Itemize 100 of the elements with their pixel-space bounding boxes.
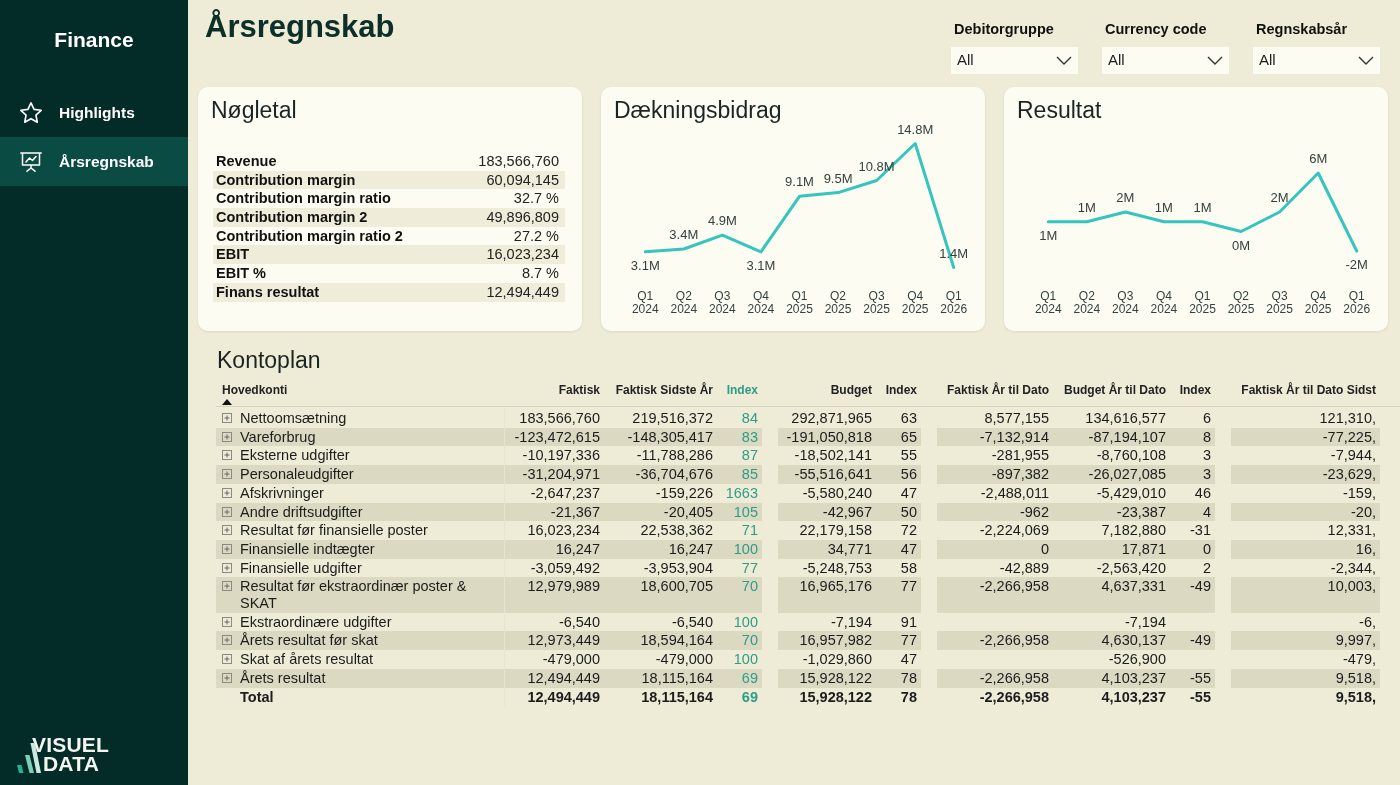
axis-label: Q1 2024 [630, 290, 660, 316]
dropdown[interactable]: All [951, 47, 1078, 74]
column-header[interactable]: Faktisk Sidste År [604, 379, 717, 397]
table-cell: 16,247 [604, 539, 717, 559]
data-label: 9.1M [785, 174, 814, 190]
plus-square-icon[interactable] [222, 581, 232, 592]
data-label: 2M [1116, 190, 1135, 205]
table-cell-text: 183,566,760 [518, 409, 601, 428]
presentation-chart-icon [20, 151, 42, 172]
table-cell: -2,266,958 [937, 577, 1053, 613]
table-cell-text: 63 [899, 409, 918, 428]
table-cell: 17,871 [1053, 539, 1170, 559]
column-header[interactable]: Budget [778, 379, 876, 397]
plus-square-icon[interactable] [222, 487, 232, 498]
table-cell-text: -31 [1189, 521, 1212, 540]
chevron-down-icon [1207, 56, 1223, 65]
table-cell-text: 292,871,965 [790, 409, 873, 428]
table-cell-text: 3 [1201, 446, 1212, 466]
table-cell: 8 [1170, 427, 1215, 447]
table-cell: -123,472,615 [505, 427, 604, 447]
data-label: 0M [1232, 237, 1251, 253]
nav-item[interactable]: Highlights [0, 88, 188, 137]
section-title: Kontoplan [217, 347, 321, 373]
table-cell: 85 [717, 465, 762, 484]
column-header[interactable]: Budget År til Dato [1053, 379, 1170, 397]
table-cell: -31,204,971 [505, 465, 604, 484]
dropdown[interactable]: All [1102, 47, 1229, 74]
table-cell: 70 [717, 631, 762, 651]
plus-square-icon[interactable] [222, 525, 232, 536]
table-cell-text: -479,000 [654, 650, 714, 669]
kpi-value: 8.7 % [520, 264, 560, 283]
row-label: Ekstraordinære udgifter [240, 613, 392, 631]
table-cell: -26,027,085 [1053, 465, 1170, 484]
sort-ascending-icon[interactable] [222, 399, 232, 405]
table-cell: -20,405 [604, 502, 717, 522]
kpi-label: Contribution margin 2 [213, 208, 479, 227]
table-cell-text: 18,115,164 [640, 687, 714, 707]
table-cell-text: -5,580,240 [801, 483, 873, 503]
plus-square-icon[interactable] [222, 672, 232, 683]
row-label: Finansielle indtægter [240, 540, 375, 558]
table-cell-text: -18,502,141 [793, 446, 873, 466]
plus-square-icon[interactable] [222, 543, 232, 554]
plus-square-icon[interactable] [222, 431, 232, 442]
axis-label: Q4 2024 [746, 290, 776, 316]
dropdown[interactable]: All [1253, 47, 1380, 74]
column-header[interactable]: Hovedkonti [222, 383, 288, 397]
table-cell: -23,629, [1231, 465, 1380, 484]
table-cell: -23,387 [1053, 502, 1170, 522]
row-label: Eksterne udgifter [240, 447, 350, 465]
table-cell: 15,928,122 [778, 668, 876, 688]
table-cell-text: 72 [899, 521, 918, 540]
table-cell: -55 [1170, 668, 1215, 688]
kpi-label: EBIT % [215, 264, 267, 283]
plus-square-icon[interactable] [222, 616, 232, 627]
star-icon [20, 102, 42, 123]
card-title: Resultat [1017, 96, 1102, 124]
plus-square-icon[interactable] [222, 654, 232, 665]
plus-square-icon[interactable] [222, 450, 232, 461]
row-label: Andre driftsudgifter [240, 503, 363, 521]
table-cell-text: 15,928,122 [798, 687, 873, 707]
table-cell: 105 [717, 502, 762, 522]
filter-label: Regnskabsår [1255, 20, 1348, 38]
table-cell: 9,997, [1231, 631, 1380, 651]
table-cell-text: 219,516,372 [631, 409, 714, 428]
table-cell: 18,600,705 [604, 577, 717, 613]
axis-label: Q2 2024 [669, 290, 699, 316]
column-header[interactable]: Index [1170, 379, 1215, 397]
plus-square-icon[interactable] [222, 506, 232, 517]
table-cell: 3 [1170, 465, 1215, 484]
table-cell-text: -2,488,011 [979, 483, 1050, 503]
table-cell-text: -479,000 [541, 650, 601, 669]
axis-label: Q1 2025 [1188, 290, 1217, 316]
table-cell: 4,103,237 [1053, 668, 1170, 688]
column-header[interactable]: Index [876, 379, 921, 397]
table-cell: 18,115,164 [604, 668, 717, 688]
table-cell: -2,266,958 [937, 668, 1053, 688]
table-cell-text: 9,518, [1334, 687, 1377, 707]
nav-item[interactable]: Årsregnskab [0, 137, 188, 186]
plus-square-icon[interactable] [222, 413, 232, 423]
table-cell-text: -8,760,108 [1095, 446, 1167, 466]
kpi-value: 12,494,449 [478, 282, 565, 302]
table-cell-text: 91 [899, 612, 918, 632]
plus-square-icon[interactable] [222, 635, 232, 646]
table-cell: 47 [876, 539, 921, 559]
data-label: 3.1M [746, 257, 776, 273]
column-header[interactable]: Faktisk [505, 379, 604, 397]
table-cell-text: 22,538,362 [639, 521, 714, 540]
table-cell-text: -479, [1341, 650, 1377, 669]
kpi-label: Revenue [215, 152, 278, 171]
column-header[interactable]: Faktisk År til Dato Sidst [1231, 379, 1380, 397]
plus-square-icon[interactable] [222, 469, 232, 480]
table-cell: 16,247 [505, 539, 604, 559]
axis-label: Q4 2025 [1303, 290, 1333, 316]
table-cell: 16, [1231, 539, 1380, 559]
axis-label: Q2 2025 [1226, 290, 1256, 316]
kpi-label: Contribution margin ratio 2 [215, 226, 404, 246]
data-label: 3.1M [630, 257, 660, 273]
plus-square-icon[interactable] [222, 562, 232, 573]
column-header[interactable]: Faktisk År til Dato [937, 379, 1053, 397]
logo-text: DATA [43, 754, 99, 773]
